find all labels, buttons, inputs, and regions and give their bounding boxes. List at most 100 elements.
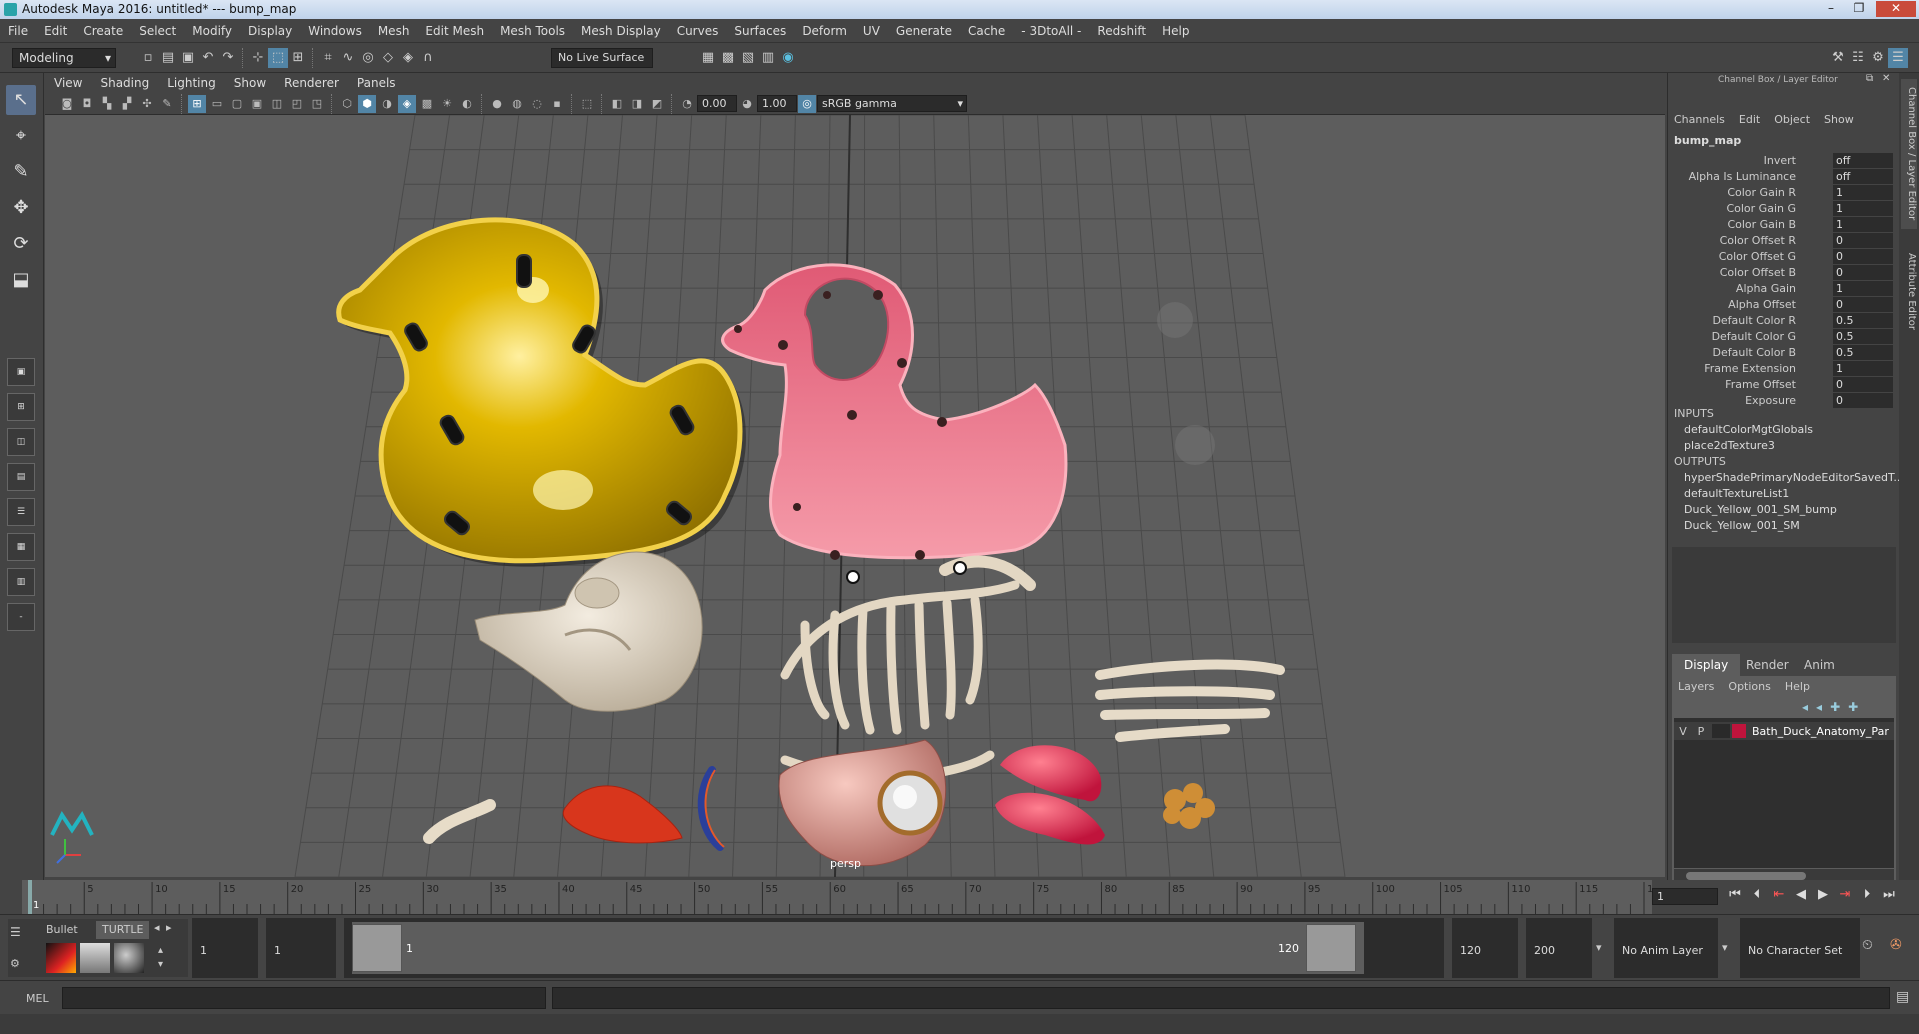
tool-settings-icon[interactable]: ⚙	[1868, 48, 1888, 68]
layer-color-swatch[interactable]	[1732, 724, 1746, 738]
hypershade-icon[interactable]: ◉	[778, 48, 798, 68]
menu-create[interactable]: Create	[75, 19, 131, 43]
hypershade-layout-icon[interactable]: ▦	[7, 533, 35, 561]
chevron-down-icon[interactable]: ▾	[1722, 941, 1728, 954]
xray-joints-icon[interactable]: ◨	[628, 95, 646, 113]
render-frame-icon[interactable]: ▩	[718, 48, 738, 68]
attribute-row[interactable]: Default Color G 0.5	[1668, 329, 1900, 345]
menuset-dropdown[interactable]: Modeling ▾	[12, 48, 116, 68]
turtle-bake-icon[interactable]	[80, 943, 110, 973]
go-to-end-icon[interactable]: ⏭	[1878, 887, 1900, 902]
attribute-value[interactable]: 1	[1833, 361, 1893, 376]
attribute-editor-icon[interactable]: ☷	[1848, 48, 1868, 68]
wireframe-on-shaded-icon[interactable]: ◈	[398, 94, 416, 113]
attribute-row[interactable]: Frame Offset 0	[1668, 377, 1900, 393]
menu-uv[interactable]: UV	[855, 19, 888, 43]
custom-layout-icon[interactable]: -	[7, 603, 35, 631]
safe-title-icon[interactable]: ◳	[308, 95, 326, 113]
snap-curve-icon[interactable]: ∿	[338, 48, 358, 68]
attribute-row[interactable]: Default Color B 0.5	[1668, 345, 1900, 361]
snap-view-icon[interactable]: ◇	[378, 48, 398, 68]
scale-tool-icon[interactable]: ⬓	[6, 265, 36, 295]
camera-select-icon[interactable]: ◙	[58, 95, 76, 113]
range-start-handle[interactable]	[352, 924, 402, 972]
gamma-field[interactable]: 1.00	[757, 95, 797, 112]
multisample-aa-icon[interactable]: ◌	[528, 95, 546, 113]
field-chart-icon[interactable]: ◫	[268, 95, 286, 113]
attribute-row[interactable]: Color Gain R 1	[1668, 185, 1900, 201]
render-view-icon[interactable]: ▦	[698, 48, 718, 68]
menu-file[interactable]: File	[0, 19, 36, 43]
tab-anim[interactable]: Anim	[1792, 654, 1847, 676]
attribute-row[interactable]: Alpha Gain 1	[1668, 281, 1900, 297]
tab-render[interactable]: Render	[1734, 654, 1801, 676]
save-scene-icon[interactable]: ▣	[178, 48, 198, 68]
scene-start-field[interactable]: 1	[192, 918, 258, 978]
layer-row[interactable]: V P Bath_Duck_Anatomy_Par	[1674, 722, 1894, 740]
single-view-layout-icon[interactable]: ▣	[7, 358, 35, 386]
attribute-row[interactable]: Color Gain G 1	[1668, 201, 1900, 217]
menu-modify[interactable]: Modify	[184, 19, 240, 43]
undo-icon[interactable]: ↶	[198, 48, 218, 68]
output-node[interactable]: defaultTextureList1	[1684, 487, 1789, 500]
menu-redshift[interactable]: Redshift	[1089, 19, 1154, 43]
attribute-name[interactable]: Color Gain G	[1726, 202, 1796, 215]
screen-space-ao-icon[interactable]: ●	[488, 95, 506, 113]
attribute-name[interactable]: Frame Offset	[1725, 378, 1796, 391]
edit-menu[interactable]: Edit	[1739, 113, 1760, 126]
menu-windows[interactable]: Windows	[300, 19, 370, 43]
step-back-key-icon[interactable]: ⇤	[1768, 887, 1790, 902]
new-scene-icon[interactable]: ▫	[138, 48, 158, 68]
rotate-tool-icon[interactable]: ⟳	[6, 229, 36, 259]
close-panel-icon[interactable]: ✕	[1882, 73, 1890, 84]
shelf-tab-bullet[interactable]: Bullet	[40, 921, 84, 939]
select-hierarchy-icon[interactable]: ⊹	[248, 48, 268, 68]
attribute-row[interactable]: Color Offset B 0	[1668, 265, 1900, 281]
attribute-value[interactable]: 0	[1833, 249, 1893, 264]
menu-mesh[interactable]: Mesh	[370, 19, 418, 43]
open-scene-icon[interactable]: ▤	[158, 48, 178, 68]
maximize-button[interactable]: ❐	[1846, 1, 1872, 17]
safe-action-icon[interactable]: ◰	[288, 95, 306, 113]
two-view-layout-icon[interactable]: ◫	[7, 428, 35, 456]
step-forward-frame-icon[interactable]: ⏵	[1856, 887, 1878, 902]
attribute-value[interactable]: 1	[1833, 281, 1893, 296]
four-view-layout-icon[interactable]: ⊞	[7, 393, 35, 421]
shelf-tab-turtle[interactable]: TURTLE	[96, 921, 150, 939]
layer-help-menu[interactable]: Help	[1785, 680, 1810, 693]
play-forwards-icon[interactable]: ▶	[1812, 887, 1834, 902]
wireframe-icon[interactable]: ⬡	[338, 95, 356, 113]
channel-box-icon[interactable]: ☰	[1888, 48, 1908, 68]
attribute-value[interactable]: 0.5	[1833, 329, 1893, 344]
anim-layer-field[interactable]: No Anim Layer	[1614, 918, 1718, 978]
magnet-icon[interactable]: ∩	[418, 48, 438, 68]
image-plane-icon[interactable]: ▞	[118, 95, 136, 113]
isolate-select-icon[interactable]: ⬚	[578, 95, 596, 113]
menu-3dtoall[interactable]: - 3DtoAll -	[1013, 19, 1089, 43]
move-layer-down-icon[interactable]: ◂	[1816, 700, 1822, 714]
attribute-name[interactable]: Invert	[1764, 154, 1796, 167]
shelf-settings-icon[interactable]: ⚙	[10, 957, 20, 970]
shadows-icon[interactable]: ◐	[458, 95, 476, 113]
attribute-name[interactable]: Color Gain B	[1727, 218, 1796, 231]
exposure-field[interactable]: 0.00	[697, 95, 737, 112]
grease-pencil-icon[interactable]: ✎	[158, 95, 176, 113]
range-slider[interactable]: 1 120	[344, 918, 1444, 978]
smooth-shade-icon[interactable]: ⬢	[358, 94, 376, 113]
lasso-tool-icon[interactable]: ⌖	[6, 121, 36, 151]
outliner-layout-icon[interactable]: ☰	[7, 498, 35, 526]
time-slider[interactable]: 1 5 10 15 20 25 30 35 40 45 50 55 60 65 70 75 80 85 90 95 10…	[0, 880, 1919, 914]
attribute-row[interactable]: Alpha Is Luminance off	[1668, 169, 1900, 185]
snap-surface-icon[interactable]: ◈	[398, 48, 418, 68]
playback-start-field[interactable]: 1	[266, 918, 336, 978]
attribute-name[interactable]: Color Offset R	[1720, 234, 1796, 247]
character-set-field[interactable]: No Character Set	[1740, 918, 1860, 978]
gamma-icon[interactable]: ◕	[738, 95, 756, 113]
attribute-value[interactable]: 0	[1833, 393, 1893, 408]
menu-cache[interactable]: Cache	[960, 19, 1013, 43]
attribute-name[interactable]: Alpha Offset	[1728, 298, 1796, 311]
current-time-marker[interactable]	[28, 880, 32, 914]
panel-menu-lighting[interactable]: Lighting	[167, 73, 216, 93]
gate-mask-icon[interactable]: ▣	[248, 95, 266, 113]
exposure-icon[interactable]: ◔	[678, 95, 696, 113]
